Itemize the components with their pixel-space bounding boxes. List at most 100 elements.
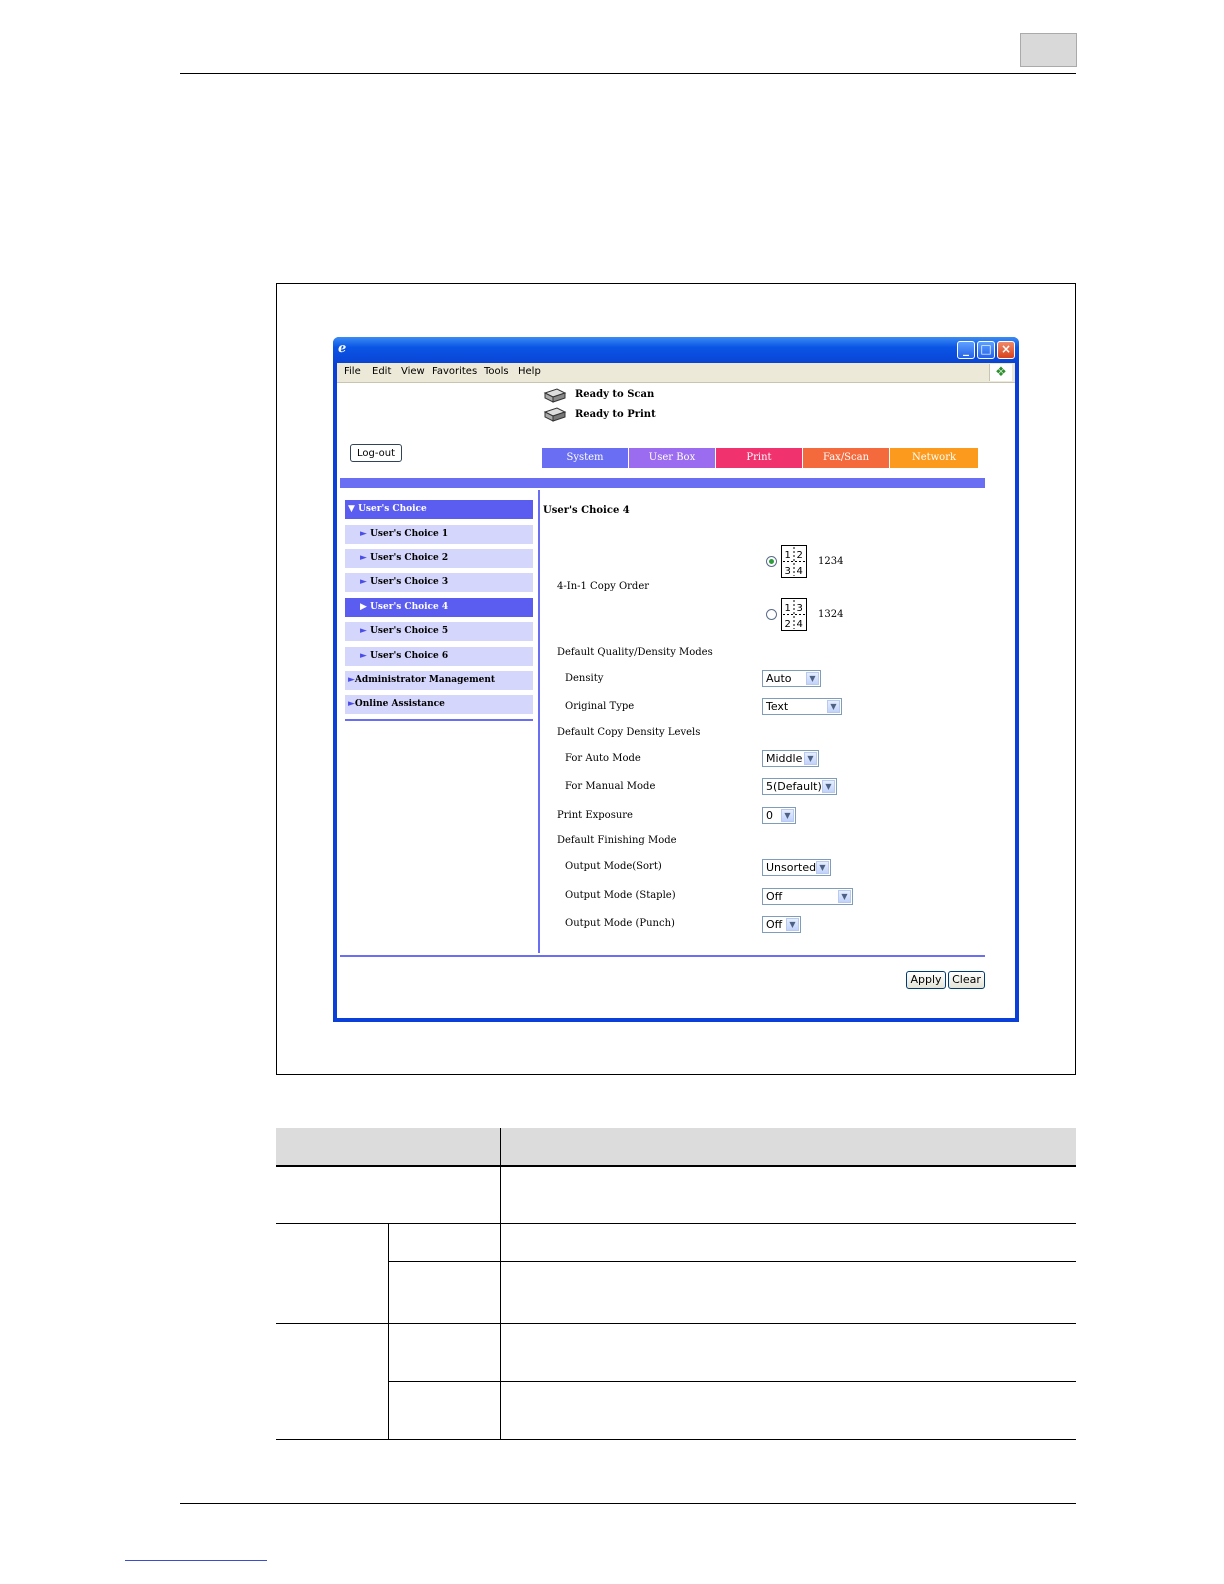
chevron-down-icon: ▼ — [781, 809, 794, 822]
sort-select[interactable]: Unsorted ▼ — [762, 859, 831, 876]
staple-label: Output Mode (Staple) — [565, 890, 676, 901]
finishing-header: Default Finishing Mode — [557, 835, 677, 846]
copy-density-header: Default Copy Density Levels — [557, 727, 701, 738]
triangle-right-icon: ► — [360, 626, 367, 636]
copy-order-label: 4-In-1 Copy Order — [557, 581, 650, 592]
manual-mode-select[interactable]: 5(Default) ▼ — [762, 778, 837, 795]
minimize-icon[interactable]: _ — [957, 341, 975, 359]
order-1324-label: 1324 — [818, 609, 844, 620]
windows-logo-icon: ❖ — [989, 364, 1012, 381]
radio-order-1324[interactable] — [766, 609, 777, 620]
bottom-divider — [340, 955, 985, 957]
original-type-label: Original Type — [565, 701, 635, 712]
order-1234-label: 1234 — [818, 556, 844, 567]
menu-bar: File Edit View Favorites Tools Help ❖ — [337, 363, 1015, 383]
table-rule — [276, 1223, 1076, 1224]
table-rule — [276, 1439, 1076, 1440]
punch-select[interactable]: Off ▼ — [762, 916, 801, 933]
nav-users-choice[interactable]: ▼ User's Choice — [345, 500, 533, 519]
sort-label: Output Mode(Sort) — [565, 861, 662, 872]
page-title: User's Choice 4 — [543, 505, 630, 516]
nav-users-choice-4[interactable]: ▶ User's Choice 4 — [345, 598, 533, 617]
tab-network[interactable]: Network — [890, 448, 978, 468]
manual-mode-label: For Manual Mode — [565, 781, 656, 792]
maximize-icon[interactable]: □ — [977, 341, 995, 359]
radio-order-1234[interactable] — [766, 556, 777, 567]
table-header-row — [276, 1128, 1076, 1166]
clear-button[interactable]: Clear — [948, 971, 985, 989]
table-rule — [388, 1261, 1076, 1262]
close-icon[interactable]: × — [997, 341, 1015, 359]
nav-administrator-management[interactable]: ►Administrator Management — [345, 671, 533, 690]
triangle-right-icon: ► — [348, 699, 355, 709]
auto-mode-label: For Auto Mode — [565, 753, 641, 764]
layout-cell: 4 — [797, 619, 803, 630]
title-bar: ℯ _ □ × — [333, 337, 1019, 363]
tab-user-box[interactable]: User Box — [629, 448, 715, 468]
nav-users-choice-5[interactable]: ► User's Choice 5 — [345, 622, 533, 641]
chevron-down-icon: ▼ — [816, 861, 829, 874]
nav-online-assistance[interactable]: ►Online Assistance — [345, 695, 533, 714]
tab-system[interactable]: System — [542, 448, 628, 468]
layout-cell: 4 — [797, 566, 803, 577]
status-scan: Ready to Scan — [575, 389, 655, 400]
logout-button[interactable]: Log-out — [350, 444, 402, 462]
triangle-down-icon: ▼ — [348, 504, 355, 514]
triangle-right-icon: ► — [360, 577, 367, 587]
layout-1234-icon: 1 2 3 4 — [781, 545, 807, 578]
layout-1324-icon: 1 3 2 4 — [781, 598, 807, 631]
footer-rule — [180, 1503, 1076, 1504]
menu-edit[interactable]: Edit — [372, 366, 391, 377]
chevron-down-icon: ▼ — [786, 918, 799, 931]
layout-cell: 3 — [785, 566, 791, 577]
print-exposure-select[interactable]: 0 ▼ — [762, 807, 796, 824]
density-label: Density — [565, 673, 604, 684]
menu-tools[interactable]: Tools — [484, 366, 509, 377]
chevron-down-icon: ▼ — [822, 780, 835, 793]
layout-cell: 2 — [785, 619, 791, 630]
menu-help[interactable]: Help — [518, 366, 541, 377]
browser-window: ℯ _ □ × File Edit View Favorites Tools H… — [333, 337, 1019, 1022]
chevron-down-icon: ▼ — [838, 890, 851, 903]
quality-header: Default Quality/Density Modes — [557, 647, 713, 658]
table-column-rule — [388, 1223, 389, 1440]
chevron-down-icon: ▼ — [804, 752, 817, 765]
menu-file[interactable]: File — [344, 366, 361, 377]
chevron-down-icon: ▼ — [827, 700, 840, 713]
triangle-right-icon: ► — [360, 651, 367, 661]
scanner-icon — [543, 388, 567, 403]
density-select[interactable]: Auto ▼ — [762, 670, 821, 687]
staple-select[interactable]: Off ▼ — [762, 888, 853, 905]
nav-users-choice-3[interactable]: ► User's Choice 3 — [345, 573, 533, 592]
table-rule — [276, 1165, 1076, 1167]
auto-mode-select[interactable]: Middle ▼ — [762, 750, 819, 767]
footer-link-underline — [125, 1560, 267, 1561]
header-rule — [180, 73, 1076, 74]
table-rule — [276, 1323, 1076, 1324]
table-column-rule — [500, 1128, 501, 1440]
apply-button[interactable]: Apply — [906, 971, 946, 989]
ie-icon: ℯ — [338, 341, 347, 356]
menu-favorites[interactable]: Favorites — [432, 366, 477, 377]
tab-fax-scan[interactable]: Fax/Scan — [803, 448, 889, 468]
layout-cell: 1 — [785, 550, 791, 561]
original-type-select[interactable]: Text ▼ — [762, 698, 842, 715]
triangle-right-icon: ► — [360, 529, 367, 539]
triangle-right-icon: ► — [348, 675, 355, 685]
table-rule — [388, 1381, 1076, 1382]
sidebar-divider — [345, 719, 533, 721]
triangle-right-icon: ► — [360, 553, 367, 563]
tab-print[interactable]: Print — [716, 448, 802, 468]
triangle-right-icon: ▶ — [360, 602, 367, 612]
layout-cell: 1 — [785, 603, 791, 614]
print-exposure-label: Print Exposure — [557, 810, 633, 821]
printer-icon — [543, 407, 567, 422]
browser-client-area: File Edit View Favorites Tools Help ❖ Re… — [337, 363, 1015, 1018]
status-print: Ready to Print — [575, 409, 656, 420]
chapter-tab — [1020, 33, 1077, 67]
nav-users-choice-2[interactable]: ► User's Choice 2 — [345, 549, 533, 568]
menu-view[interactable]: View — [401, 366, 425, 377]
nav-users-choice-1[interactable]: ► User's Choice 1 — [345, 525, 533, 544]
layout-cell: 2 — [797, 550, 803, 561]
nav-users-choice-6[interactable]: ► User's Choice 6 — [345, 647, 533, 666]
